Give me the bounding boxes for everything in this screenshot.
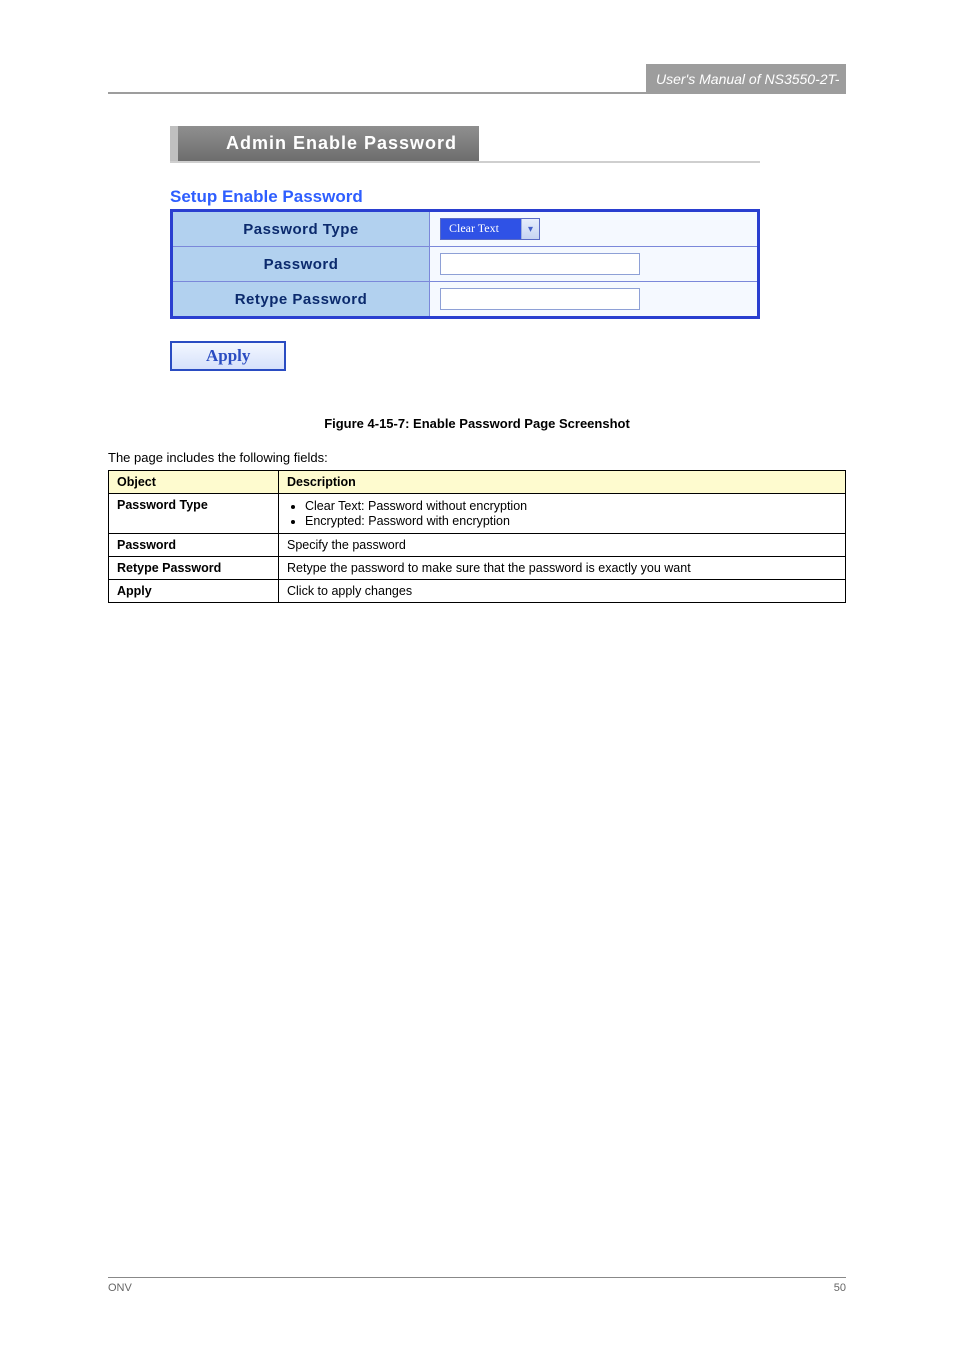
- desc-cell: Clear Text: Password without encryption …: [279, 494, 846, 534]
- label-password: Password: [172, 247, 430, 282]
- desc-cell: Click to apply changes: [279, 580, 846, 603]
- label-password-type: Password Type: [172, 211, 430, 247]
- desc-obj: Password: [109, 534, 279, 557]
- panel-header-accent: [170, 126, 178, 161]
- apply-button[interactable]: Apply: [170, 341, 286, 371]
- desc-head-row: Object Description: [109, 471, 846, 494]
- desc-row: Apply Click to apply changes: [109, 580, 846, 603]
- password-type-selected: Clear Text: [441, 219, 521, 239]
- password-form-table: Password Type Clear Text ▾ Password Rety…: [170, 209, 760, 319]
- desc-sublist: Clear Text: Password without encryption …: [287, 499, 837, 528]
- panel-header: Admin Enable Password: [170, 126, 760, 163]
- chevron-down-icon: ▾: [521, 219, 539, 239]
- desc-cell: Retype the password to make sure that th…: [279, 557, 846, 580]
- desc-cell: Specify the password: [279, 534, 846, 557]
- footer-page-number: 50: [834, 1282, 846, 1294]
- label-retype: Retype Password: [172, 282, 430, 318]
- description-table-wrap: Object Description Password Type Clear T…: [108, 470, 846, 603]
- desc-sub-item: Encrypted: Password with encryption: [305, 514, 837, 528]
- desc-row: Retype Password Retype the password to m…: [109, 557, 846, 580]
- panel-title: Admin Enable Password: [178, 126, 479, 161]
- manual-title: User's Manual of NS3550-2T-8S: [646, 64, 846, 94]
- desc-intro: The page includes the following fields:: [108, 450, 328, 465]
- figure-caption: Figure 4-15-7: Enable Password Page Scre…: [0, 416, 954, 431]
- page-footer: ONV 50: [108, 1277, 846, 1294]
- desc-sub-item: Clear Text: Password without encryption: [305, 499, 837, 513]
- desc-head-description: Description: [279, 471, 846, 494]
- password-input[interactable]: [440, 253, 640, 275]
- section-title: Setup Enable Password: [170, 187, 760, 207]
- desc-row: Password Specify the password: [109, 534, 846, 557]
- page-header: User's Manual of NS3550-2T-8S: [108, 64, 846, 94]
- row-password-type: Password Type Clear Text ▾: [172, 211, 759, 247]
- config-panel: Admin Enable Password Setup Enable Passw…: [170, 126, 760, 371]
- retype-password-input[interactable]: [440, 288, 640, 310]
- cell-password-type: Clear Text ▾: [430, 211, 759, 247]
- password-type-select[interactable]: Clear Text ▾: [440, 218, 540, 240]
- footer-left: ONV: [108, 1282, 132, 1294]
- desc-obj: Password Type: [109, 494, 279, 534]
- desc-row: Password Type Clear Text: Password witho…: [109, 494, 846, 534]
- desc-obj: Apply: [109, 580, 279, 603]
- row-retype: Retype Password: [172, 282, 759, 318]
- desc-obj: Retype Password: [109, 557, 279, 580]
- description-table: Object Description Password Type Clear T…: [108, 470, 846, 603]
- cell-password: [430, 247, 759, 282]
- cell-retype: [430, 282, 759, 318]
- desc-head-object: Object: [109, 471, 279, 494]
- row-password: Password: [172, 247, 759, 282]
